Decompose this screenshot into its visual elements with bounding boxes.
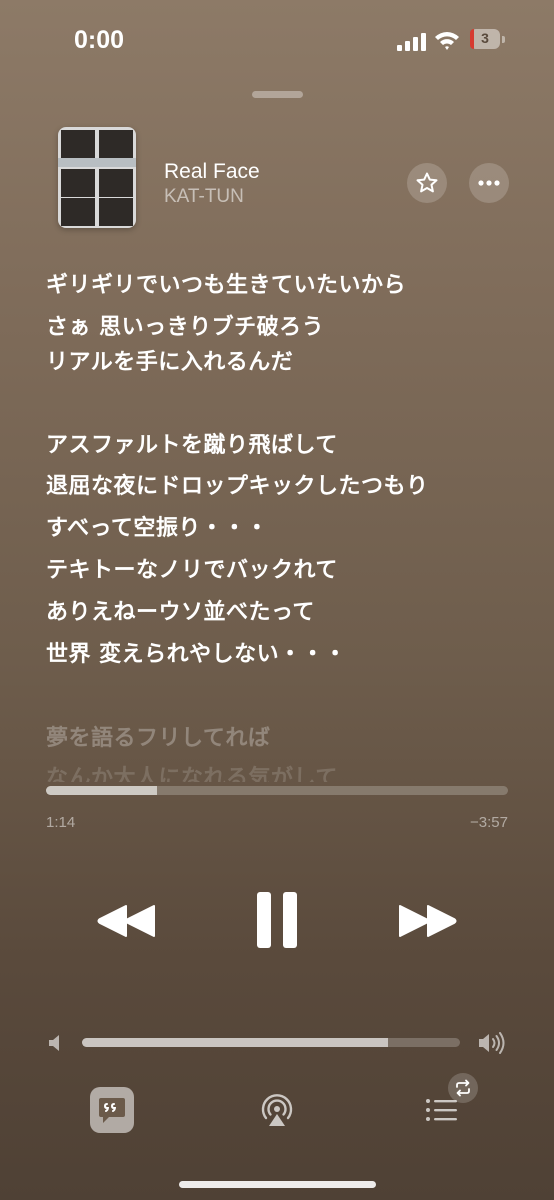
- lyrics-view[interactable]: ギリギリでいつも生きていたいから さぁ 思いっきりブチ破ろう リアルを手に入れる…: [46, 262, 526, 782]
- lyric-line[interactable]: すべって空振り・・・: [46, 510, 268, 542]
- star-icon: [416, 172, 438, 193]
- fast-forward-icon: [399, 905, 457, 937]
- sheet-grabber-handle[interactable]: [252, 91, 303, 98]
- remaining-time: −3:57: [470, 814, 508, 831]
- lyric-line[interactable]: 退屈な夜にドロップキックしたつもり: [46, 468, 429, 500]
- track-title: Real Face: [164, 160, 260, 183]
- repeat-icon: [456, 1079, 470, 1097]
- lyric-line[interactable]: さぁ 思いっきりブチ破ろう: [46, 309, 324, 341]
- repeat-indicator[interactable]: [448, 1073, 478, 1103]
- album-artwork[interactable]: [58, 127, 136, 228]
- rewind-button[interactable]: [96, 898, 158, 944]
- cellular-signal-icon: [397, 33, 426, 51]
- lyrics-icon: [99, 1098, 125, 1123]
- playback-progress-fill: [46, 786, 157, 795]
- fast-forward-button[interactable]: [396, 898, 458, 944]
- airplay-button[interactable]: [256, 1090, 298, 1132]
- track-artist[interactable]: KAT-TUN: [164, 186, 244, 208]
- status-time: 0:00: [74, 26, 125, 54]
- more-icon: [478, 180, 500, 186]
- volume-slider[interactable]: [82, 1038, 460, 1047]
- status-bar: 0:00 3: [0, 0, 554, 80]
- playback-scrubber[interactable]: [46, 786, 508, 795]
- volume-high-icon: [479, 1032, 505, 1054]
- more-button[interactable]: [469, 163, 509, 203]
- lyric-line[interactable]: ギリギリでいつも生きていたいから: [46, 267, 406, 299]
- pause-icon: [257, 892, 297, 948]
- lyric-line[interactable]: テキトーなノリでバックれて: [46, 552, 338, 584]
- lyric-line[interactable]: ありえねーウソ並べたって: [46, 594, 315, 626]
- volume-level-fill: [82, 1038, 389, 1047]
- lyric-line[interactable]: リアルを手に入れるんだ: [46, 344, 293, 376]
- album-art-band: [58, 158, 136, 167]
- battery-level: 3: [481, 30, 489, 46]
- volume-low-icon: [49, 1035, 59, 1051]
- airplay-icon: [261, 1094, 293, 1126]
- pause-button[interactable]: [252, 890, 302, 950]
- battery-icon: 3: [470, 29, 506, 51]
- lyric-line[interactable]: 夢を語るフリしてれば: [46, 720, 270, 752]
- wifi-icon: [435, 32, 459, 50]
- lyric-line[interactable]: アスファルトを蹴り飛ばして: [46, 427, 338, 459]
- home-indicator[interactable]: [179, 1181, 376, 1188]
- lyrics-button[interactable]: [90, 1087, 134, 1133]
- rewind-icon: [97, 905, 155, 937]
- lyric-line[interactable]: 世界 変えられやしない・・・: [46, 636, 347, 668]
- lyric-line[interactable]: なんか大人になれる気がして: [46, 760, 338, 782]
- elapsed-time: 1:14: [46, 814, 76, 831]
- favorite-button[interactable]: [407, 163, 447, 203]
